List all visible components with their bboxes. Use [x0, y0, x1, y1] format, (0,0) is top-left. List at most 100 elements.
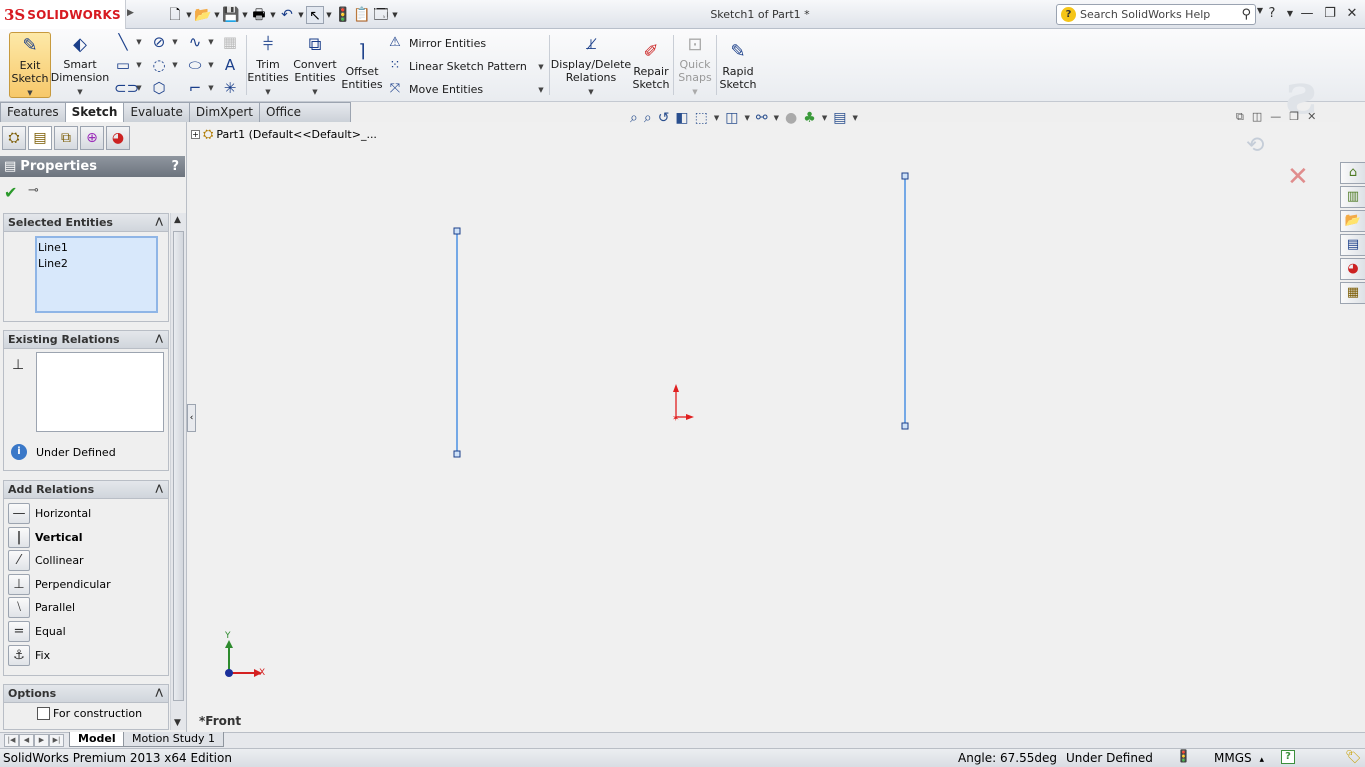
minimize-icon[interactable]: —: [1297, 6, 1317, 21]
apply-scene-dropdown-icon[interactable]: ▼: [822, 114, 827, 122]
slot-icon[interactable]: ⊂⊃: [114, 79, 139, 97]
selected-entities-list[interactable]: Line1 Line2: [35, 236, 158, 313]
expand-icon[interactable]: +: [191, 130, 200, 139]
view-orientation-dropdown-icon[interactable]: ▼: [714, 114, 719, 122]
rectangle-dropdown-icon[interactable]: ▼: [135, 61, 143, 69]
collapse-chevron-icon[interactable]: ⋀: [155, 331, 163, 348]
move-entities-button[interactable]: ⤧ Move Entities: [387, 81, 483, 97]
solidworks-resources-icon[interactable]: ⌂: [1340, 162, 1365, 184]
collapse-chevron-icon[interactable]: ⋀: [155, 214, 163, 231]
collapse-chevron-icon[interactable]: ⋀: [155, 481, 163, 498]
new-dropdown-icon[interactable]: ▼: [185, 11, 193, 19]
point-icon[interactable]: ✳: [221, 79, 239, 97]
circle-dropdown-icon[interactable]: ▼: [171, 38, 179, 46]
zoom-to-area-icon[interactable]: ⌕: [644, 110, 652, 126]
print-dropdown-icon[interactable]: ▼: [269, 11, 277, 19]
ellipse-icon[interactable]: ⬭: [186, 56, 204, 74]
dimxpert-manager-tab-icon[interactable]: ⊕: [80, 126, 104, 150]
convert-entities-dropdown-icon[interactable]: ▼: [312, 86, 317, 99]
tab-motion-study-1[interactable]: Motion Study 1: [123, 732, 225, 747]
line-icon[interactable]: ╲: [114, 33, 132, 51]
viewport-minimize-icon[interactable]: —: [1270, 110, 1281, 124]
options-dropdown-icon[interactable]: ▼: [391, 11, 399, 19]
select-dropdown-icon[interactable]: ▼: [325, 11, 333, 19]
fillet-dropdown-icon[interactable]: ▼: [207, 84, 215, 92]
arc-dropdown-icon[interactable]: ▼: [171, 61, 179, 69]
quick-snaps-dropdown-icon[interactable]: ▼: [692, 86, 697, 99]
last-tab-icon[interactable]: ▶|: [49, 734, 64, 747]
view-palette-icon[interactable]: ▤: [1340, 234, 1365, 256]
display-style-icon[interactable]: ◫: [725, 110, 738, 126]
equal-relation-button[interactable]: = Equal: [8, 621, 66, 642]
restore-icon[interactable]: ❐: [1320, 6, 1340, 21]
search-help-box[interactable]: ? Search SolidWorks Help ⚲: [1056, 4, 1256, 25]
viewport-tile-icon[interactable]: ⧉: [1236, 110, 1244, 124]
options-icon[interactable]: 🗔: [372, 6, 390, 24]
sketch-line-1[interactable]: [453, 227, 461, 458]
smart-dimension-dropdown-icon[interactable]: ▼: [77, 86, 82, 99]
hide-show-items-icon[interactable]: ⚯: [756, 110, 768, 126]
trim-entities-dropdown-icon[interactable]: ▼: [265, 86, 270, 99]
tab-sketch[interactable]: Sketch: [64, 102, 125, 122]
circle-icon[interactable]: ⊘: [150, 33, 168, 51]
view-settings-dropdown-icon[interactable]: ▼: [852, 114, 857, 122]
previous-view-icon[interactable]: ↺: [658, 110, 670, 126]
convert-entities-button[interactable]: ⧉ Convert Entities ▼: [290, 34, 340, 99]
text-icon[interactable]: A: [221, 56, 239, 74]
smart-dimension-button[interactable]: ⬖ Smart Dimension ▼: [51, 34, 109, 99]
display-style-dropdown-icon[interactable]: ▼: [745, 114, 750, 122]
open-dropdown-icon[interactable]: ▼: [213, 11, 221, 19]
scroll-down-icon[interactable]: ▼: [174, 718, 181, 728]
menu-expand-arrow-icon[interactable]: ▶: [127, 8, 135, 20]
rectangle-icon[interactable]: ▭: [114, 56, 132, 74]
polygon-icon[interactable]: ⬡: [150, 79, 168, 97]
tab-model[interactable]: Model: [69, 732, 125, 747]
sketch-canvas[interactable]: ✶: [190, 122, 1340, 732]
display-delete-relations-button[interactable]: ⊥̸ Display/Delete Relations ▼: [551, 34, 631, 99]
next-tab-icon[interactable]: ▶: [34, 734, 49, 747]
existing-relations-list[interactable]: [36, 352, 164, 432]
exit-sketch-button[interactable]: ✎ Exit Sketch ▼: [9, 32, 51, 98]
collinear-relation-button[interactable]: ⁄ Collinear: [8, 550, 84, 571]
horizontal-relation-button[interactable]: — Horizontal: [8, 503, 91, 524]
feature-manager-tab-icon[interactable]: ⛭: [2, 126, 26, 150]
viewport-close-icon[interactable]: ✕: [1307, 110, 1316, 124]
confirmation-corner-exit-icon[interactable]: ⟲: [1246, 133, 1264, 158]
selected-entities-header[interactable]: Selected Entities ⋀: [4, 214, 168, 232]
confirmation-corner-cancel-icon[interactable]: ✕: [1287, 162, 1309, 192]
scrollbar-thumb[interactable]: [173, 231, 184, 701]
open-folder-icon[interactable]: 📂: [194, 6, 212, 24]
vertical-relation-button[interactable]: | Vertical: [8, 527, 83, 548]
tags-icon[interactable]: 🏷: [1345, 750, 1362, 765]
hide-show-dropdown-icon[interactable]: ▼: [774, 114, 779, 122]
appearances-scenes-icon[interactable]: ◕: [1340, 258, 1365, 280]
mirror-entities-button[interactable]: ⚠ Mirror Entities: [387, 35, 486, 51]
display-manager-tab-icon[interactable]: ◕: [106, 126, 130, 150]
tree-root-label[interactable]: Part1 (Default<<Default>_...: [216, 128, 377, 141]
list-item[interactable]: Line1: [38, 240, 155, 256]
save-dropdown-icon[interactable]: ▼: [241, 11, 249, 19]
select-arrow-icon[interactable]: ↖: [306, 6, 324, 24]
unit-system-selector[interactable]: MMGS ▴: [1214, 751, 1264, 765]
rebuild-icon[interactable]: 🚦: [334, 6, 352, 24]
rapid-sketch-button[interactable]: ✎ Rapid Sketch: [719, 41, 757, 91]
slot-dropdown-icon[interactable]: ▼: [135, 84, 143, 92]
for-construction-checkbox[interactable]: For construction: [37, 707, 142, 720]
scroll-up-icon[interactable]: ▲: [174, 215, 181, 225]
exit-sketch-dropdown-icon[interactable]: ▼: [27, 87, 32, 100]
rebuild-status-light-icon[interactable]: 🚦: [1176, 749, 1191, 763]
file-explorer-icon[interactable]: 📂: [1340, 210, 1365, 232]
quick-tips-help-icon[interactable]: ?: [1281, 750, 1295, 764]
panel-splitter-handle[interactable]: ‹: [187, 404, 196, 432]
tab-features[interactable]: Features: [0, 102, 66, 122]
collapse-chevron-icon[interactable]: ⋀: [155, 685, 163, 702]
help-icon[interactable]: ?: [1262, 6, 1282, 21]
section-view-icon[interactable]: ◧: [675, 110, 688, 126]
file-properties-icon[interactable]: 📋: [353, 6, 371, 24]
design-library-icon[interactable]: ▥: [1340, 186, 1365, 208]
undo-icon[interactable]: ↶: [278, 6, 296, 24]
parallel-relation-button[interactable]: ⧵ Parallel: [8, 597, 75, 618]
pushpin-icon[interactable]: ⊸: [28, 183, 39, 198]
add-relations-header[interactable]: Add Relations ⋀: [4, 481, 168, 499]
spline-icon[interactable]: ∿: [186, 33, 204, 51]
